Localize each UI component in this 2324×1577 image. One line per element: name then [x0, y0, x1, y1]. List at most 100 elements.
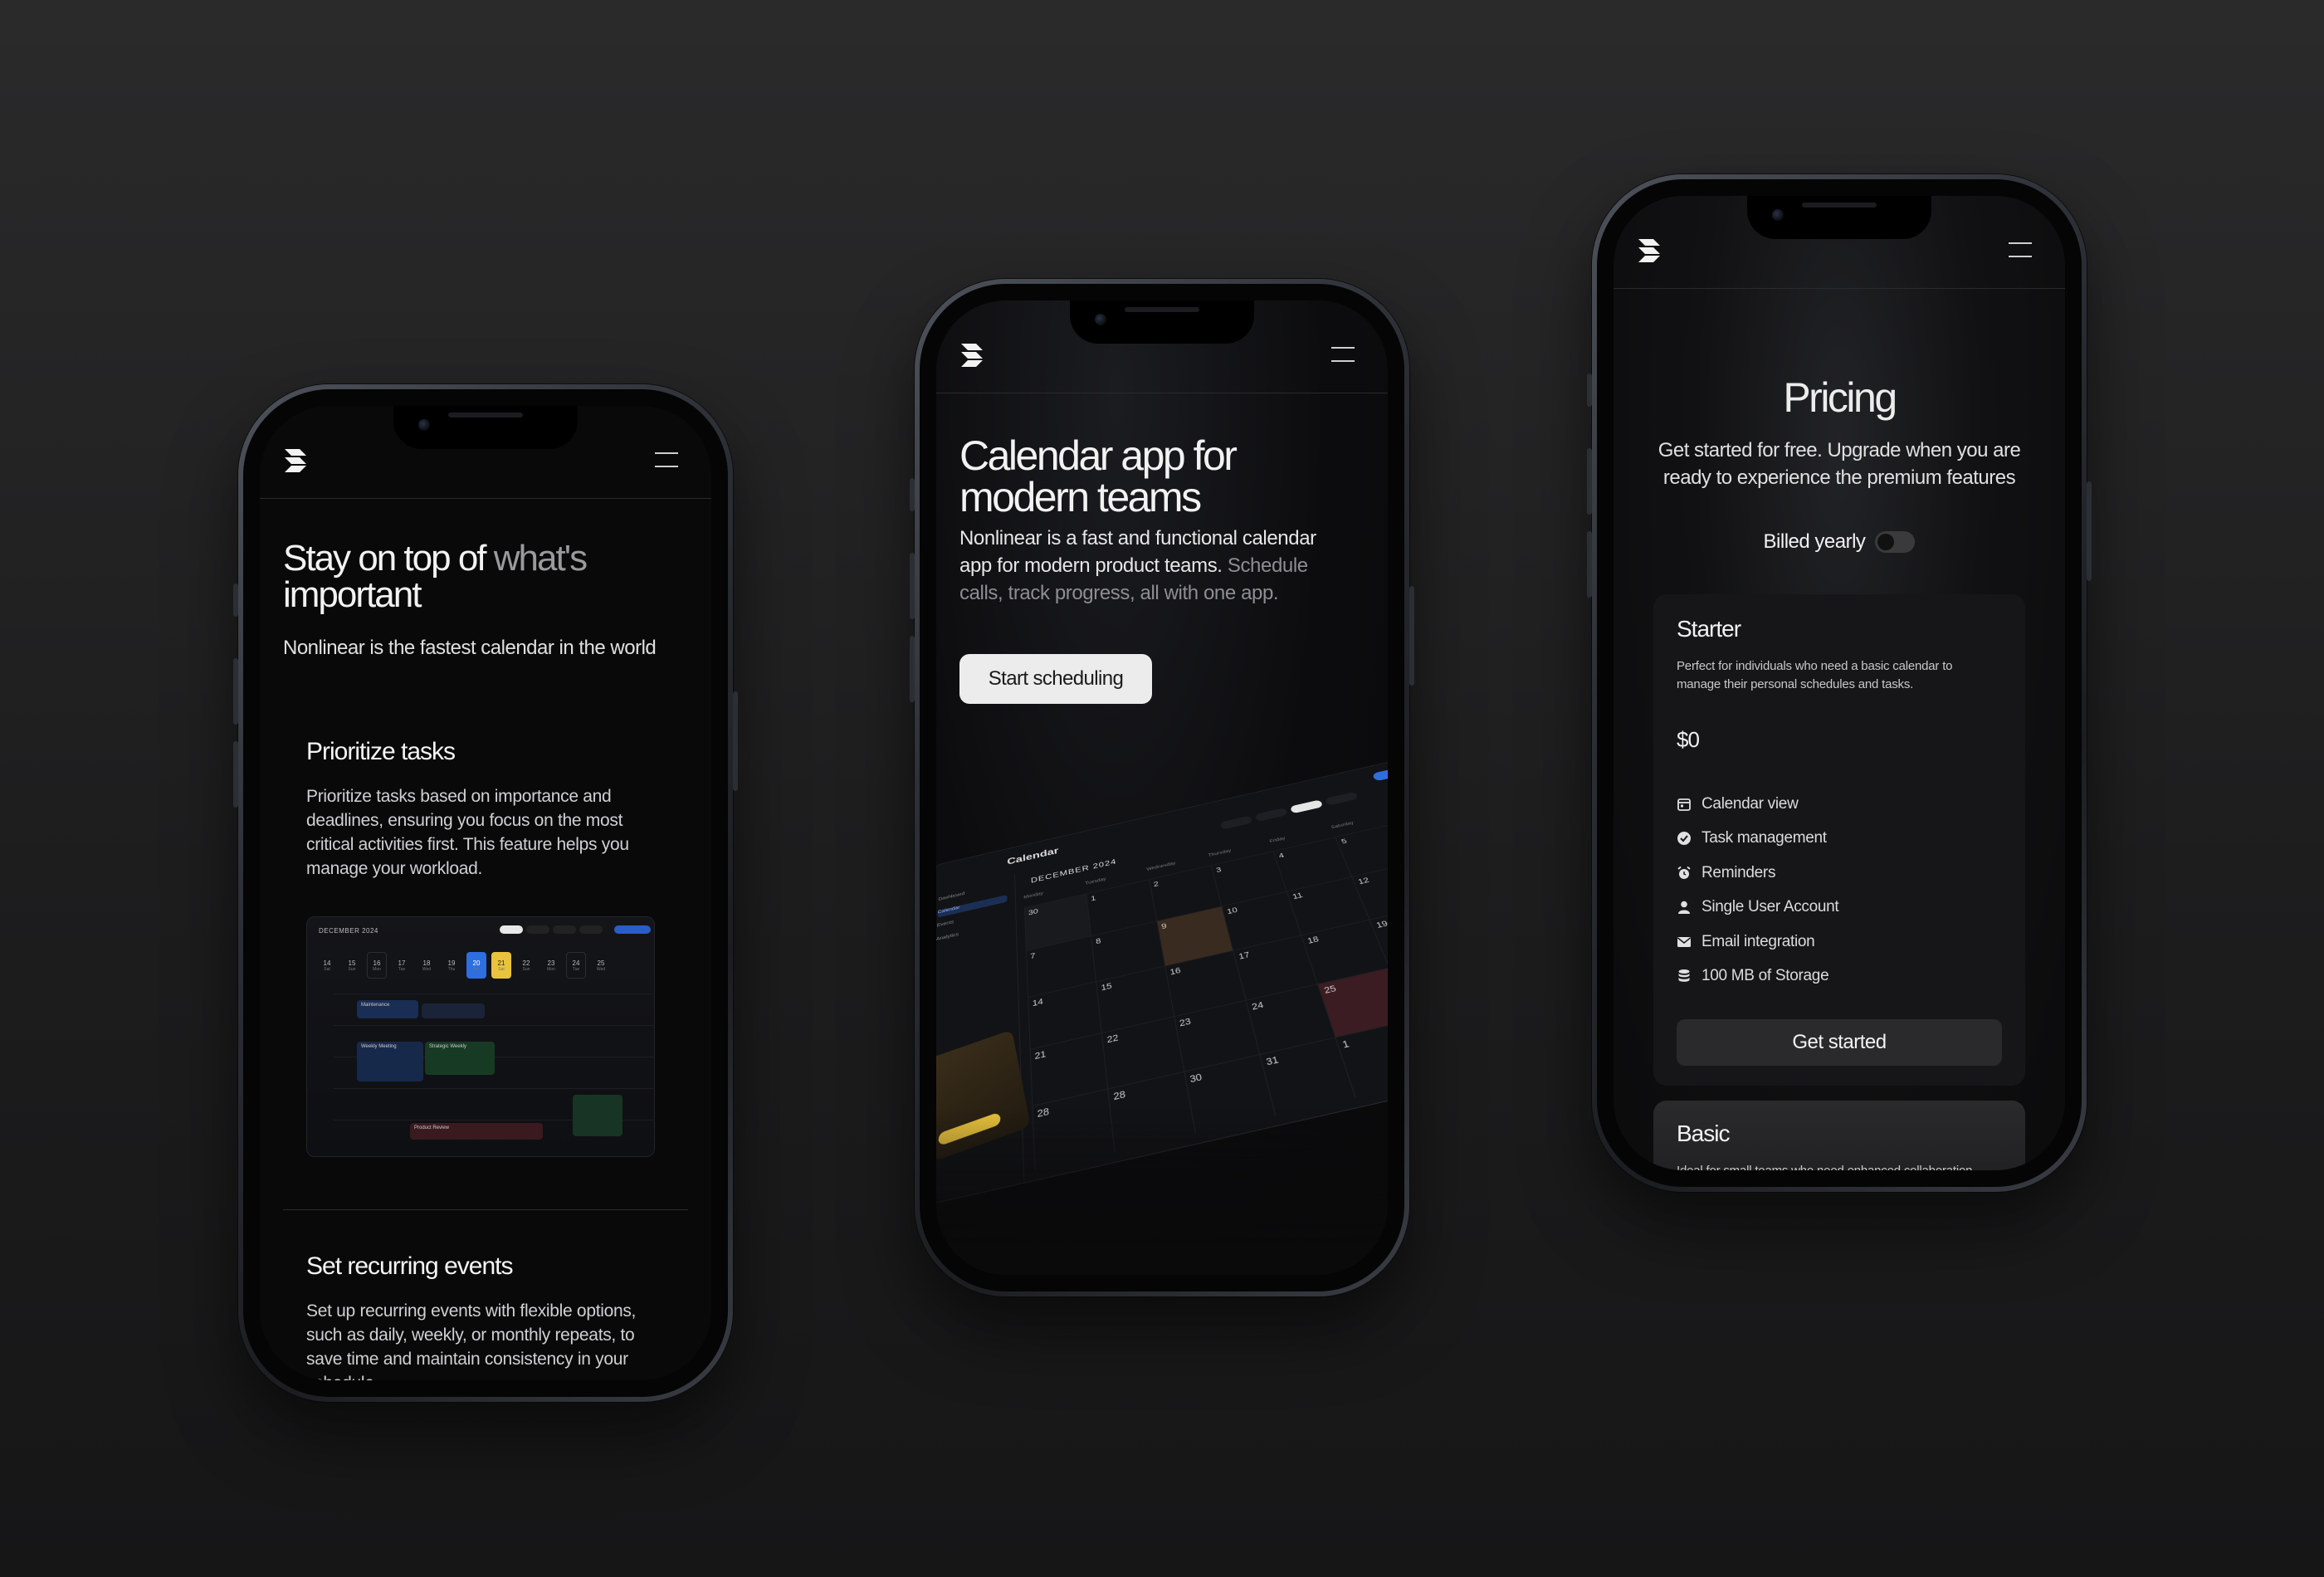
phone-mockup-pricing: Pricing Get started for free. Upgrade wh…: [1587, 174, 2092, 1192]
plan-feature-label: Reminders: [1702, 863, 1776, 881]
start-scheduling-button[interactable]: Start scheduling: [959, 654, 1152, 704]
day-number: 16: [373, 959, 381, 967]
hero-title-line2: modern teams: [959, 474, 1202, 520]
day-number: 14: [323, 959, 331, 967]
day-name: Sun: [348, 966, 356, 972]
volume-up-button: [1587, 448, 1592, 515]
calendar-icon: [1677, 797, 1692, 812]
hero-subtitle: Nonlinear is the fastest calendar in the…: [283, 637, 657, 659]
pricing-title: Pricing: [1783, 374, 1897, 421]
plan-feature: 100 MB of Storage: [1677, 959, 1838, 994]
phone-mockup-features: Stay on top of what's important Nonlinea…: [233, 384, 738, 1402]
plan-feature: Single User Account: [1677, 891, 1839, 925]
calendar-app-preview: Calendar Dashboard Calendar Events Analytic…: [936, 736, 1388, 1209]
camera: [1772, 209, 1784, 221]
plan-feature: Calendar view: [1677, 787, 1838, 822]
mute-switch: [233, 583, 238, 617]
mail-icon: [1677, 935, 1692, 950]
day-number: 18: [422, 959, 431, 967]
plan-price: $0: [1677, 727, 1700, 752]
plan-description: Perfect for individuals who need a basic…: [1677, 659, 1953, 691]
day-cell: 22 Sun: [516, 952, 536, 979]
nonlinear-logo-icon[interactable]: [959, 342, 984, 369]
day-name: Sat: [498, 966, 505, 972]
day-number: 24: [572, 959, 580, 967]
camera: [1095, 314, 1106, 325]
speaker: [1802, 203, 1877, 208]
volume-up-button: [910, 553, 915, 619]
day-name: Sun: [522, 966, 530, 972]
plan-description: Ideal for small teams who need enhanced …: [1677, 1162, 2025, 1170]
day-strip: 14 Sat 15 Sun 16 Mon 17 Tue 18 Wed 19 Thu 20 Fri 21 Sat…: [317, 952, 611, 979]
plan-feature-label: Single User Account: [1702, 898, 1839, 916]
calendar-event: [573, 1095, 622, 1136]
day-cell: 18 Wed: [417, 952, 437, 979]
day-cell: 25 Wed: [591, 952, 611, 979]
day-name: Mon: [373, 966, 381, 972]
calendar-event: Strategic Weekly: [425, 1042, 495, 1075]
screen: Stay on top of what's important Nonlinea…: [260, 406, 711, 1380]
day-name: Wed: [596, 966, 606, 972]
billing-toggle-row: Billed yearly: [1614, 530, 2065, 554]
day-cell: 14 Sat: [317, 952, 337, 979]
get-started-button[interactable]: Get started: [1677, 1019, 2002, 1066]
day-number: 19: [447, 959, 456, 967]
day-number: 21: [497, 959, 505, 967]
billing-label: Billed yearly: [1763, 530, 1866, 553]
day-number: 23: [547, 959, 555, 967]
plan-feature: Reminders: [1677, 856, 1838, 891]
mute-switch: [910, 478, 915, 511]
day-name: Tue: [398, 966, 406, 972]
volume-up-button: [233, 658, 238, 725]
hero-title-line1: Calendar app for: [959, 432, 1238, 479]
day-name: Sat: [324, 966, 330, 972]
calendar-event: Weekly Meeting: [357, 1042, 423, 1081]
hero-title-main: Stay on top of: [283, 538, 494, 579]
day-name: Fri: [474, 966, 479, 972]
feature-description: Set up recurring events with flexible op…: [306, 1301, 637, 1380]
power-button: [2087, 481, 2092, 581]
camera: [418, 419, 430, 431]
screen: Pricing Get started for free. Upgrade wh…: [1614, 196, 2065, 1170]
volume-down-button: [910, 636, 915, 702]
hero-title: Calendar app for modern teams: [959, 435, 1358, 518]
volume-down-button: [233, 741, 238, 808]
day-cell: 24 Tue: [566, 952, 586, 979]
calendar-event-detail: [422, 1003, 485, 1018]
plan-feature-label: 100 MB of Storage: [1702, 967, 1829, 985]
speaker: [448, 413, 523, 417]
hero-description: Nonlinear is a fast and functional calen…: [959, 525, 1341, 607]
plan-feature-label: Email integration: [1702, 932, 1815, 950]
plan-name: Basic: [1677, 1120, 1730, 1146]
hero-title: Stay on top of what's important: [283, 540, 648, 613]
nonlinear-logo-icon[interactable]: [1637, 237, 1662, 264]
feature-recurring-events: Set recurring events Set up recurring ev…: [306, 1252, 655, 1380]
plan-feature-label: Task management: [1702, 829, 1827, 847]
plan-name: Starter: [1677, 616, 1741, 642]
day-cell: 20 Fri: [466, 952, 486, 979]
day-name: Thu: [447, 966, 456, 972]
feature-title: Set recurring events: [306, 1252, 513, 1280]
billed-yearly-toggle[interactable]: [1875, 531, 1916, 553]
hamburger-menu-icon[interactable]: [1331, 347, 1355, 364]
day-cell: 17 Tue: [392, 952, 412, 979]
plan-feature: Email integration: [1677, 925, 1838, 959]
database-icon: [1677, 969, 1692, 984]
nonlinear-logo-icon[interactable]: [283, 447, 308, 474]
app-title: Calendar: [1007, 846, 1059, 867]
hamburger-menu-icon[interactable]: [2009, 242, 2032, 259]
power-button: [733, 691, 738, 791]
new-event-button: [614, 925, 651, 934]
day-cell: 23 Mon: [541, 952, 561, 979]
day-name: Wed: [422, 966, 432, 972]
bottom-fade: [936, 1109, 1388, 1275]
mute-switch: [1587, 374, 1592, 407]
calendar-preview-image: DECEMBER 2024 14 Sat 15 Sun 16 Mon 17 Tue 18 Wed 1…: [306, 916, 655, 1157]
grid-line: [334, 1025, 654, 1026]
day-number: 17: [398, 959, 406, 967]
hamburger-menu-icon[interactable]: [655, 452, 678, 469]
alarm-icon: [1677, 866, 1692, 881]
new-event-button: [1371, 759, 1388, 782]
day-cell: 16 Mon: [367, 952, 387, 979]
plan-card-starter: Starter Perfect for individuals who need…: [1653, 594, 2025, 1086]
